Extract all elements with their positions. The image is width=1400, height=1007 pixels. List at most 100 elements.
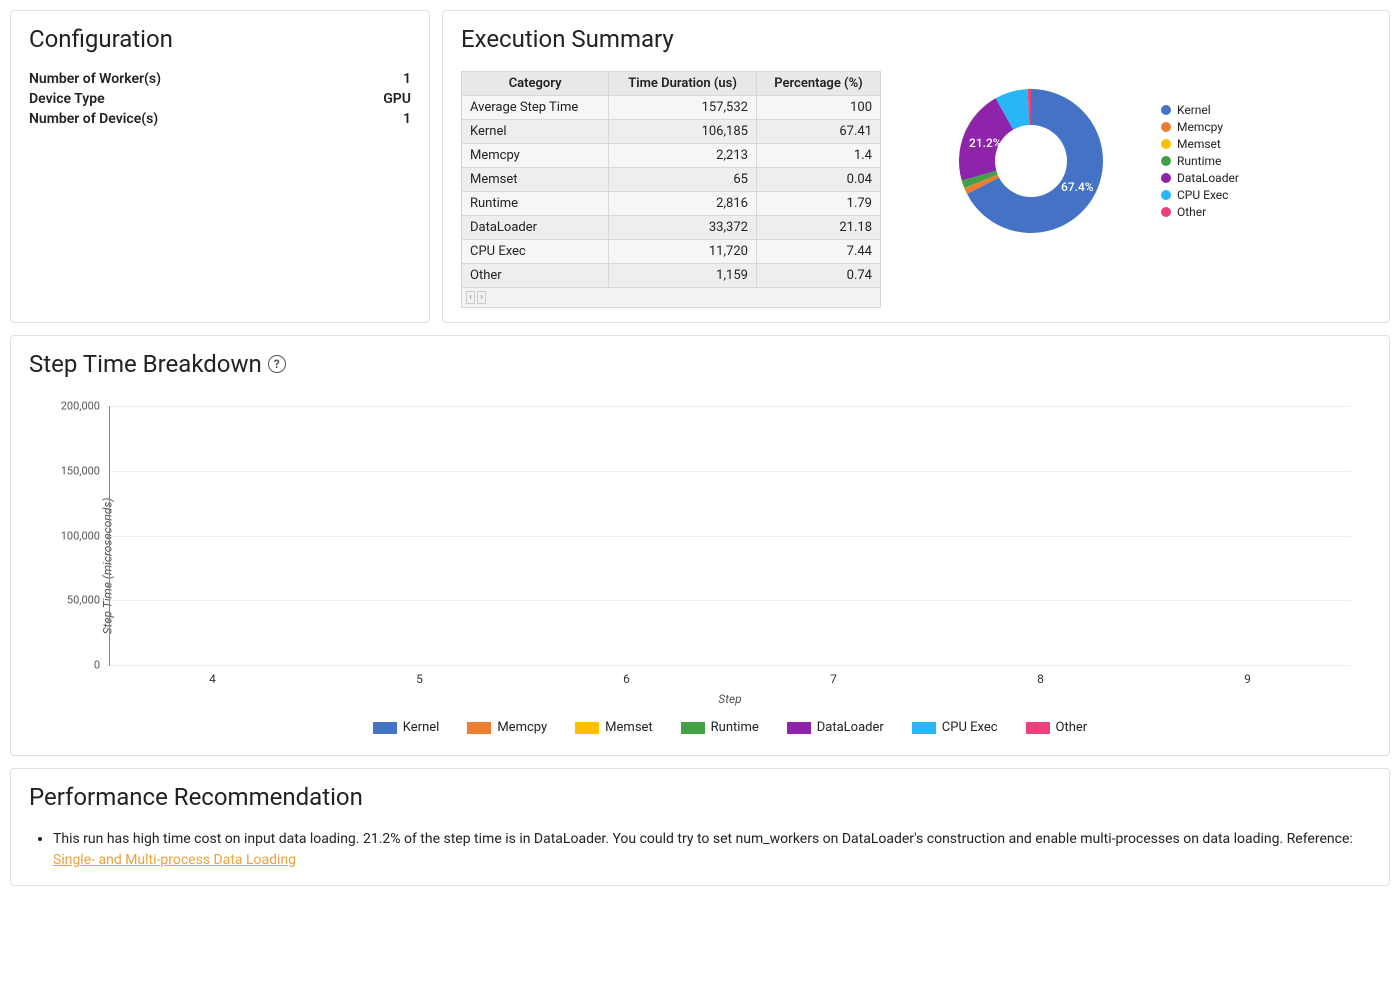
cell-percentage: 0.74 <box>756 264 880 288</box>
gridline <box>110 665 1351 666</box>
bar-column <box>1144 406 1351 665</box>
table-row: Kernel106,18567.41 <box>462 120 881 144</box>
cell-category: Runtime <box>462 192 609 216</box>
legend-label: Runtime <box>711 720 759 735</box>
legend-swatch <box>912 722 936 734</box>
xtick: 4 <box>109 672 316 686</box>
config-value: 1 <box>403 111 411 127</box>
table-row: Runtime2,8161.79 <box>462 192 881 216</box>
config-value: GPU <box>383 91 411 107</box>
execution-summary-donut: 67.4% 21.2% <box>921 71 1141 251</box>
ytick: 0 <box>94 659 100 672</box>
legend-label: DataLoader <box>1177 171 1239 185</box>
ytick: 150,000 <box>61 464 100 477</box>
legend-item: Runtime <box>681 720 759 735</box>
legend-swatch <box>467 722 491 734</box>
table-row: Memcpy2,2131.4 <box>462 144 881 168</box>
table-row: DataLoader33,37221.18 <box>462 216 881 240</box>
config-label: Device Type <box>29 91 105 107</box>
execution-summary-title: Execution Summary <box>461 25 1371 53</box>
legend-swatch <box>1161 156 1171 166</box>
config-label: Number of Worker(s) <box>29 71 161 87</box>
cell-duration: 157,532 <box>609 96 757 120</box>
xtick: 9 <box>1144 672 1351 686</box>
cell-category: Memset <box>462 168 609 192</box>
xlabel: Step <box>109 692 1351 706</box>
bar-column <box>110 406 317 665</box>
legend-item: DataLoader <box>787 720 884 735</box>
legend-swatch <box>575 722 599 734</box>
table-pager[interactable]: ‹› <box>461 288 881 308</box>
config-row: Number of Device(s) 1 <box>29 111 411 127</box>
config-label: Number of Device(s) <box>29 111 158 127</box>
cell-category: CPU Exec <box>462 240 609 264</box>
legend-swatch <box>1161 173 1171 183</box>
help-icon[interactable]: ? <box>268 355 286 373</box>
execution-summary-card: Execution Summary Category Time Duration… <box>442 10 1390 323</box>
table-header-row: Category Time Duration (us) Percentage (… <box>462 72 881 96</box>
legend-label: Memset <box>1177 137 1221 151</box>
config-row: Number of Worker(s)1 <box>29 71 411 87</box>
legend-item: Memcpy <box>467 720 547 735</box>
performance-recommendation-link[interactable]: Single- and Multi-process Data Loading <box>53 852 296 868</box>
execution-summary-table-wrap: Category Time Duration (us) Percentage (… <box>461 71 881 308</box>
cell-duration: 106,185 <box>609 120 757 144</box>
legend-item: Kernel <box>1161 103 1239 117</box>
step-breakdown-plot: 050,000100,000150,000200,000 <box>109 406 1351 666</box>
cell-duration: 2,213 <box>609 144 757 168</box>
configuration-card: Configuration Number of Worker(s)1Device… <box>10 10 430 323</box>
th-duration: Time Duration (us) <box>609 72 757 96</box>
legend-label: CPU Exec <box>1177 188 1228 202</box>
xtick: 8 <box>937 672 1144 686</box>
legend-label: Kernel <box>1177 103 1211 117</box>
legend-label: CPU Exec <box>942 720 998 735</box>
bar-column <box>730 406 937 665</box>
th-percentage: Percentage (%) <box>756 72 880 96</box>
legend-item: CPU Exec <box>1161 188 1239 202</box>
legend-item: Kernel <box>373 720 440 735</box>
cell-percentage: 0.04 <box>756 168 880 192</box>
legend-swatch <box>1161 207 1171 217</box>
legend-swatch <box>1026 722 1050 734</box>
legend-label: Runtime <box>1177 154 1221 168</box>
configuration-title: Configuration <box>29 25 411 53</box>
xtick: 6 <box>523 672 730 686</box>
performance-recommendation-title: Performance Recommendation <box>29 783 1371 811</box>
legend-label: Memcpy <box>497 720 547 735</box>
step-breakdown-card: Step Time Breakdown ? Step Time (microse… <box>10 335 1390 756</box>
legend-swatch <box>1161 105 1171 115</box>
cell-duration: 2,816 <box>609 192 757 216</box>
legend-item: Memset <box>575 720 653 735</box>
legend-swatch <box>681 722 705 734</box>
step-breakdown-title: Step Time Breakdown <box>29 350 262 378</box>
legend-item: Memcpy <box>1161 120 1239 134</box>
performance-recommendation-text: This run has high time cost on input dat… <box>53 831 1353 847</box>
table-row: Memset650.04 <box>462 168 881 192</box>
cell-category: Memcpy <box>462 144 609 168</box>
donut-label-small: 21.2% <box>969 136 1002 150</box>
bars <box>110 406 1351 665</box>
performance-recommendation-card: Performance Recommendation This run has … <box>10 768 1390 886</box>
cell-category: Kernel <box>462 120 609 144</box>
cell-duration: 65 <box>609 168 757 192</box>
table-row: Average Step Time157,532100 <box>462 96 881 120</box>
table-row: CPU Exec11,7207.44 <box>462 240 881 264</box>
legend-item: Memset <box>1161 137 1239 151</box>
legend-item: Runtime <box>1161 154 1239 168</box>
donut-label-big: 67.4% <box>1061 180 1094 194</box>
legend-item: CPU Exec <box>912 720 998 735</box>
cell-percentage: 1.4 <box>756 144 880 168</box>
legend-swatch <box>1161 190 1171 200</box>
cell-percentage: 7.44 <box>756 240 880 264</box>
legend-swatch <box>1161 139 1171 149</box>
cell-percentage: 67.41 <box>756 120 880 144</box>
cell-duration: 11,720 <box>609 240 757 264</box>
legend-swatch <box>787 722 811 734</box>
config-row: Device Type GPU <box>29 91 411 107</box>
cell-category: Average Step Time <box>462 96 609 120</box>
ytick: 200,000 <box>61 400 100 413</box>
donut-legend: Kernel Memcpy Memset Runtime DataLoader CPU E… <box>1161 100 1239 222</box>
legend-item: Other <box>1161 205 1239 219</box>
execution-summary-table: Category Time Duration (us) Percentage (… <box>461 71 881 288</box>
xtick: 5 <box>316 672 523 686</box>
